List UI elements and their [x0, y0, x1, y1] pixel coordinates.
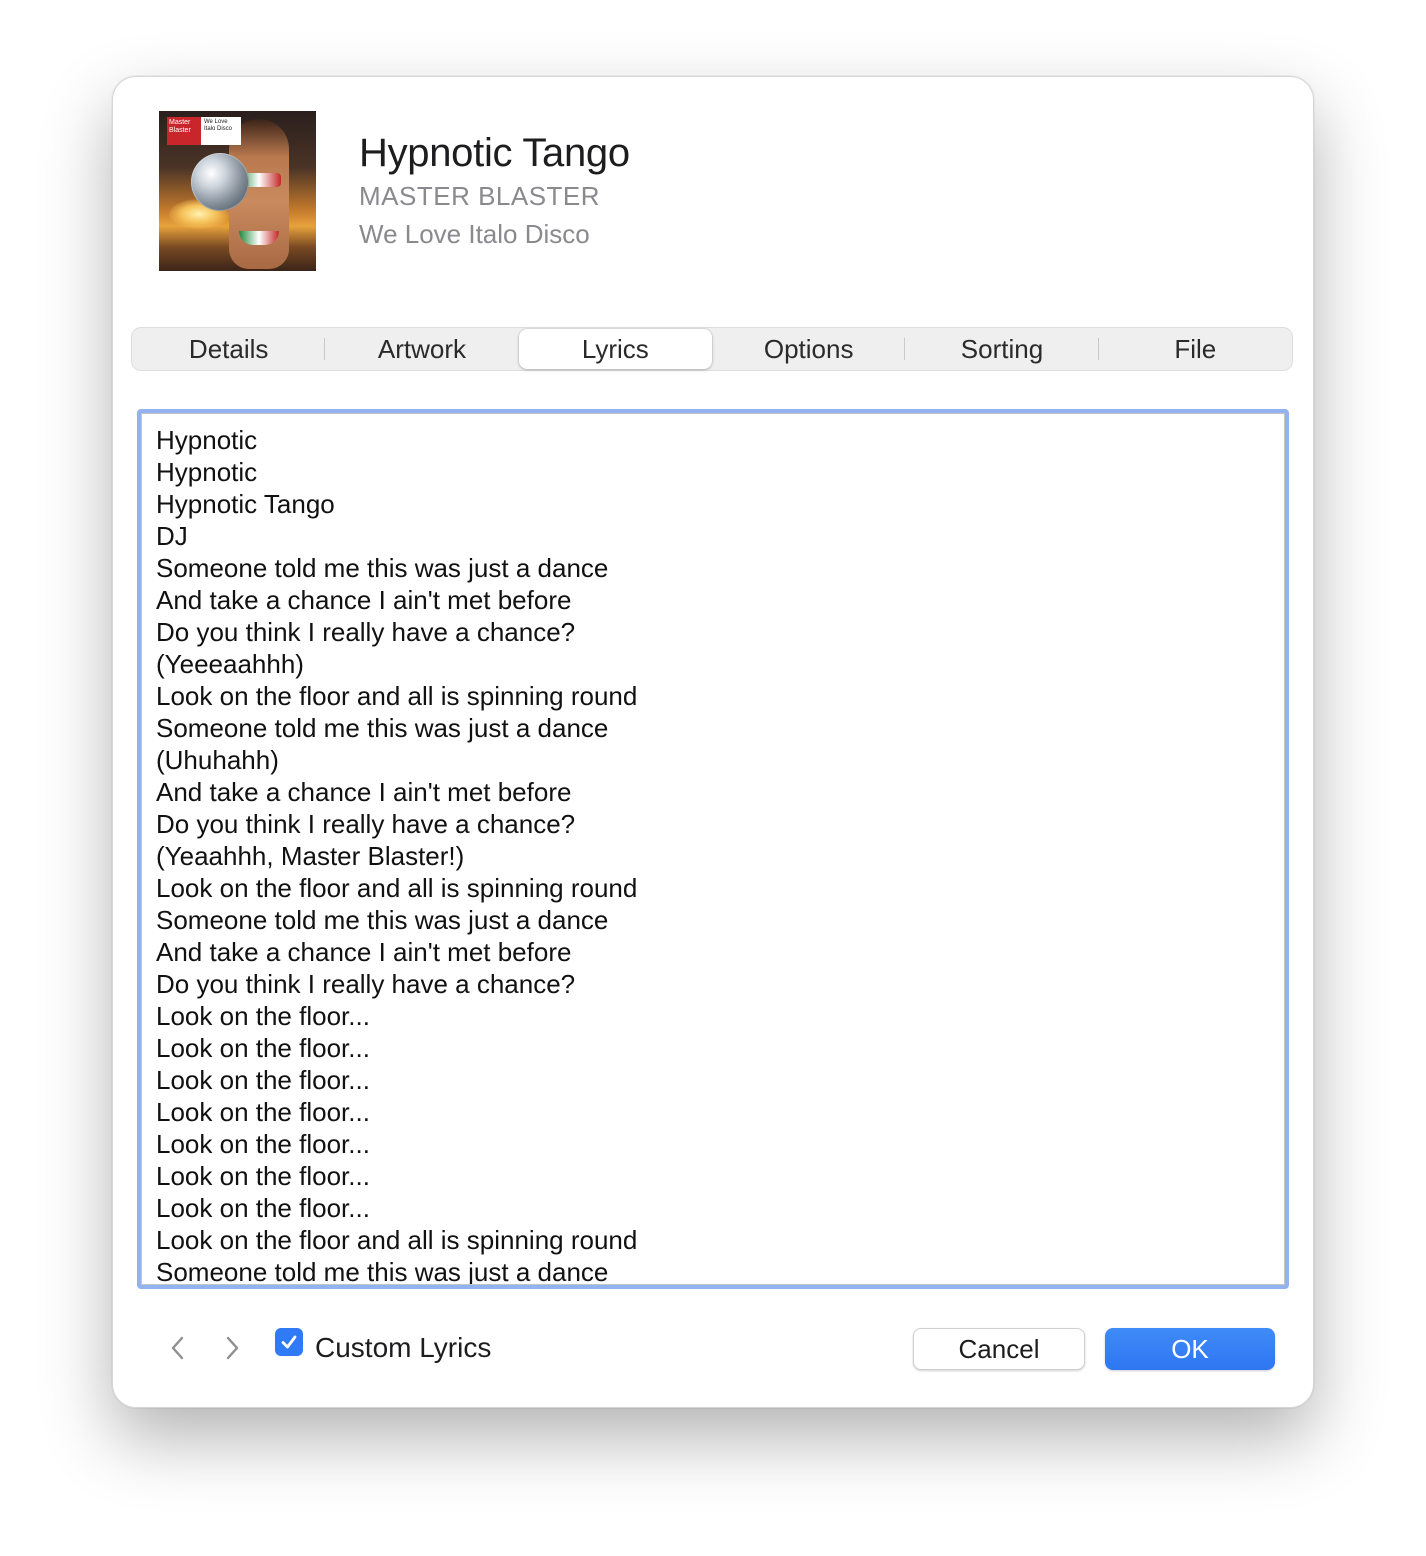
lyrics-line: Look on the floor...	[156, 1097, 370, 1127]
next-track-button[interactable]	[217, 1333, 247, 1363]
lyrics-text[interactable]: Hypnotic Hypnotic Hypnotic Tango DJ Someone …	[142, 414, 1284, 1285]
lyrics-line: DJ	[156, 521, 188, 551]
lyrics-line: (Uhuhahh)	[156, 745, 279, 775]
lyrics-line: And take a chance I ain't met before	[156, 585, 572, 615]
track-artist: MASTER BLASTER	[359, 181, 601, 211]
lyrics-line: Do you think I really have a chance?	[156, 617, 576, 647]
lyrics-line: Someone told me this was just a dance	[156, 905, 609, 935]
lyrics-line: Hypnotic	[156, 425, 258, 455]
lyrics-line: Look on the floor and all is spinning ro…	[156, 1225, 638, 1255]
lyrics-line: Look on the floor...	[156, 1033, 370, 1063]
lyrics-line: Look on the floor and all is spinning ro…	[156, 681, 638, 711]
tab-artwork[interactable]: Artwork	[325, 328, 518, 370]
chevron-left-icon	[171, 1336, 184, 1360]
lyrics-line: Hypnotic Tango	[156, 489, 335, 519]
tab-bar: Details Artwork Lyrics Options Sorting F…	[131, 327, 1293, 371]
tab-sorting[interactable]: Sorting	[905, 328, 1099, 370]
lyrics-line: And take a chance I ain't met before	[156, 937, 572, 967]
custom-lyrics-label[interactable]: Custom Lyrics	[315, 1332, 491, 1364]
album-artwork: Master Blaster We Love Italo Disco	[159, 111, 316, 271]
tab-lyrics-label: Lyrics	[581, 333, 649, 364]
track-title: Hypnotic Tango	[359, 131, 630, 175]
checkmark-icon	[281, 1335, 297, 1349]
tab-lyrics[interactable]: Lyrics	[518, 329, 712, 369]
lyrics-editor-inner[interactable]: Hypnotic Hypnotic Hypnotic Tango DJ Someone …	[141, 413, 1285, 1285]
artwork-label-right: We Love Italo Disco	[201, 117, 241, 145]
custom-lyrics-checkbox[interactable]	[275, 1328, 303, 1356]
tab-options-label: Options	[763, 333, 854, 364]
lyrics-line: (Yeaahhh, Master Blaster!)	[156, 841, 465, 871]
ok-button[interactable]: OK	[1105, 1328, 1275, 1370]
lyrics-line: (Yeeeaahhh)	[156, 649, 304, 679]
lyrics-line: Look on the floor...	[156, 1065, 370, 1095]
song-info-dialog: Master Blaster We Love Italo Disco Hypno…	[112, 76, 1314, 1408]
lyrics-line: Look on the floor...	[156, 1193, 370, 1223]
lyrics-editor[interactable]: Hypnotic Hypnotic Hypnotic Tango DJ Someone …	[137, 409, 1289, 1289]
lyrics-line: Look on the floor...	[156, 1001, 370, 1031]
tab-sorting-label: Sorting	[960, 333, 1044, 364]
tab-options[interactable]: Options	[712, 328, 906, 370]
lyrics-line: And take a chance I ain't met before	[156, 777, 572, 807]
artwork-disco-ball	[191, 153, 249, 211]
lyrics-line: Look on the floor and all is spinning ro…	[156, 873, 638, 903]
lyrics-line: Do you think I really have a chance?	[156, 969, 576, 999]
lyrics-line: Look on the floor...	[156, 1161, 370, 1191]
lyrics-line: Do you think I really have a chance?	[156, 809, 576, 839]
previous-track-button[interactable]	[163, 1333, 193, 1363]
tab-file[interactable]: File	[1099, 328, 1292, 370]
lyrics-line: Someone told me this was just a dance	[156, 553, 609, 583]
tab-file-label: File	[1174, 333, 1217, 364]
chevron-right-icon	[226, 1336, 239, 1360]
lyrics-line: Hypnotic	[156, 457, 258, 487]
artwork-label-left: Master Blaster	[167, 117, 201, 145]
lyrics-line: Look on the floor...	[156, 1129, 370, 1159]
tab-details-label: Details	[188, 333, 269, 364]
tab-artwork-label: Artwork	[377, 333, 467, 364]
cancel-button[interactable]: Cancel	[913, 1328, 1085, 1370]
lyrics-line: Someone told me this was just a dance	[156, 713, 609, 743]
lyrics-line: Someone told me this was just a dance	[156, 1257, 609, 1285]
tab-details[interactable]: Details	[132, 328, 326, 370]
track-album: We Love Italo Disco	[359, 219, 590, 249]
